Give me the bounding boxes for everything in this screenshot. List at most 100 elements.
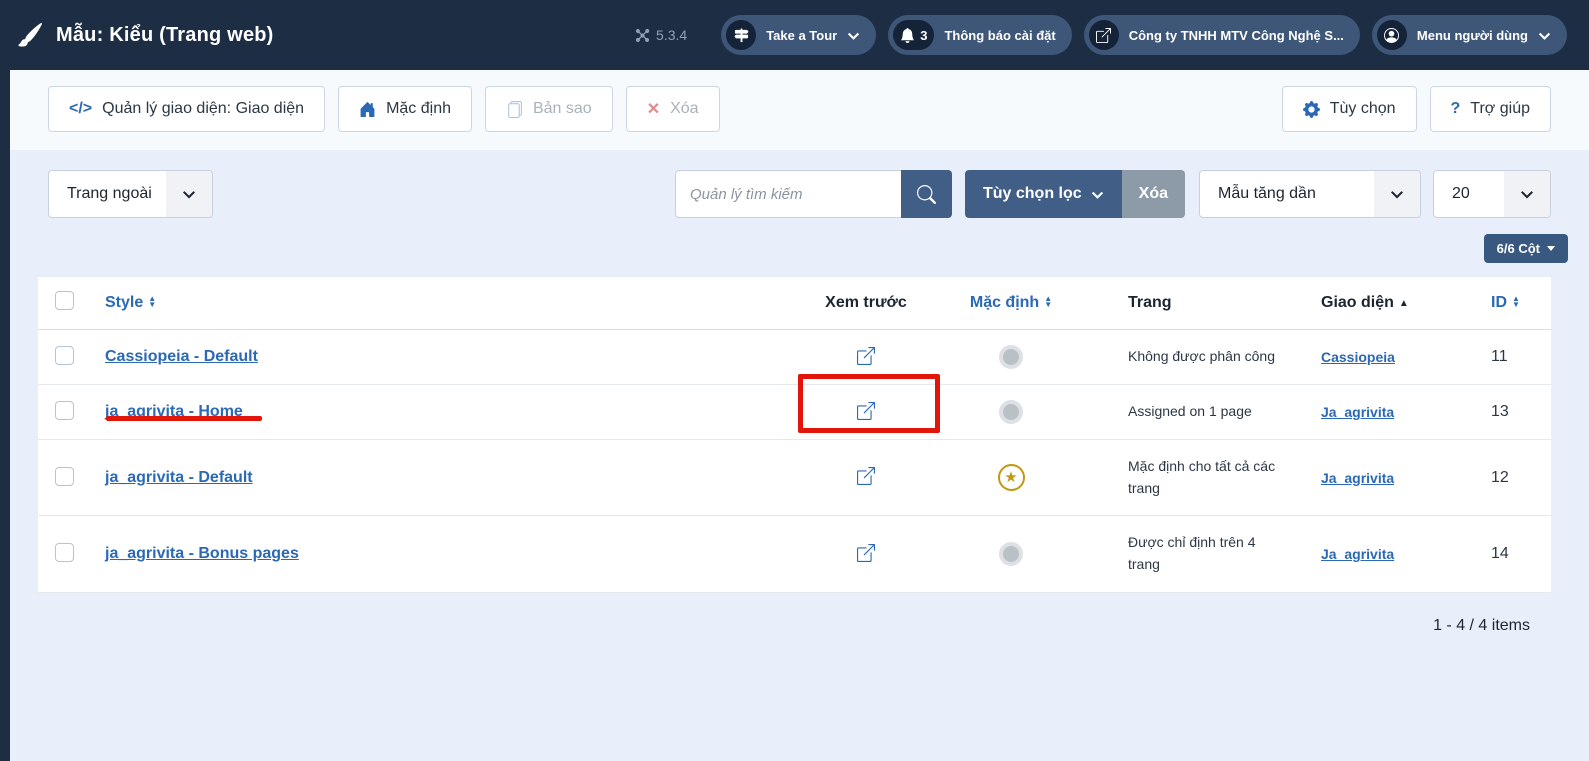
header-pages: Trang	[1128, 294, 1172, 312]
template-link[interactable]: Ja_agrivita	[1321, 404, 1394, 420]
site-filter-value: Trang ngoài	[49, 185, 166, 203]
duplicate-button[interactable]: Bản sao	[485, 86, 613, 132]
joomla-logo-icon	[635, 28, 650, 43]
sort-by-template[interactable]: Giao diện▲	[1321, 294, 1409, 312]
notification-count-badge: 3	[920, 28, 927, 43]
options-button[interactable]: Tùy chọn	[1282, 86, 1417, 132]
page-title: Mẫu: Kiểu (Trang web)	[56, 24, 274, 47]
sidebar-edge[interactable]	[0, 70, 10, 761]
preview-external-link-icon[interactable]	[857, 347, 875, 365]
search-input[interactable]	[675, 170, 901, 218]
options-label: Tùy chọn	[1330, 100, 1396, 118]
duplicate-label: Bản sao	[533, 100, 592, 118]
site-preview-button[interactable]: Công ty TNHH MTV Công Nghệ S...	[1084, 15, 1360, 55]
row-checkbox[interactable]	[55, 346, 74, 365]
toolbar: </> Quản lý giao diện: Giao diện Mặc địn…	[10, 70, 1589, 150]
x-icon: ✕	[647, 99, 660, 119]
row-checkbox[interactable]	[55, 401, 74, 420]
make-default-label: Mặc định	[386, 100, 451, 118]
external-link-icon	[1089, 20, 1119, 50]
filter-options-label: Tùy chọn lọc	[983, 185, 1082, 203]
bell-icon: 3	[893, 20, 934, 50]
clear-filters-label: Xóa	[1139, 185, 1168, 202]
sort-by-style[interactable]: Style▲▼	[105, 294, 156, 312]
version-label: 5.3.4	[656, 27, 687, 43]
search-icon	[917, 185, 936, 204]
table-row: ja_agrivita - Home Assigned on 1 page Ja…	[38, 385, 1551, 440]
site-name-label: Công ty TNHH MTV Công Nghệ S...	[1129, 28, 1344, 43]
question-icon: ?	[1451, 100, 1461, 118]
default-toggle[interactable]	[999, 345, 1023, 369]
take-a-tour-button[interactable]: Take a Tour	[721, 15, 876, 55]
sort-order-select[interactable]: Mẫu tăng dần	[1199, 170, 1421, 218]
user-menu-label: Menu người dùng	[1417, 28, 1528, 43]
joomla-version: 5.3.4	[635, 27, 687, 43]
table-row: ja_agrivita - Default Mặc định cho tất c…	[38, 440, 1551, 516]
style-id: 11	[1491, 348, 1508, 365]
home-icon	[359, 101, 376, 118]
help-label: Trợ giúp	[1470, 100, 1530, 118]
delete-button[interactable]: ✕ Xóa	[626, 86, 720, 132]
header-preview: Xem trước	[825, 294, 907, 312]
filter-options-button[interactable]: Tùy chọn lọc	[965, 170, 1122, 218]
list-limit-select[interactable]: 20	[1433, 170, 1551, 218]
table-row: ja_agrivita - Bonus pages Được chỉ định …	[38, 516, 1551, 592]
list-limit-value: 20	[1434, 185, 1484, 203]
delete-label: Xóa	[670, 100, 698, 118]
code-icon: </>	[69, 100, 92, 118]
pages-assignment: Không được phân công	[1128, 346, 1281, 368]
site-filter-select[interactable]: Trang ngoài	[48, 170, 213, 218]
make-default-button[interactable]: Mặc định	[338, 86, 472, 132]
signpost-icon	[726, 20, 756, 50]
styles-table: Style▲▼ Xem trước Mặc định▲▼ Trang Giao …	[38, 277, 1551, 593]
search-button[interactable]	[901, 170, 952, 218]
table-header-row: Style▲▼ Xem trước Mặc định▲▼ Trang Giao …	[38, 277, 1551, 330]
annotation-red-underline	[106, 416, 262, 421]
default-toggle[interactable]	[999, 400, 1023, 424]
style-id: 13	[1491, 403, 1509, 420]
template-link[interactable]: Cassiopeia	[1321, 349, 1395, 365]
row-checkbox[interactable]	[55, 543, 74, 562]
manage-templates-button[interactable]: </> Quản lý giao diện: Giao diện	[48, 86, 325, 132]
filter-bar: Trang ngoài Tùy chọn lọc Xóa Mẫu tăng dầ…	[48, 170, 1551, 218]
sort-order-value: Mẫu tăng dần	[1200, 185, 1330, 203]
annotation-red-box	[798, 374, 940, 433]
select-all-checkbox[interactable]	[55, 291, 74, 310]
brush-icon	[18, 23, 42, 47]
default-star-toggle[interactable]	[998, 464, 1025, 491]
sort-by-id[interactable]: ID▲▼	[1491, 294, 1520, 312]
columns-toggle-label: 6/6 Cột	[1497, 241, 1540, 256]
page-title-group: Mẫu: Kiểu (Trang web)	[18, 23, 274, 47]
user-icon	[1377, 20, 1407, 50]
install-messages-label: Thông báo cài đặt	[944, 28, 1055, 43]
gear-icon	[1303, 101, 1320, 118]
table-row: Cassiopeia - Default Không được phân côn…	[38, 330, 1551, 385]
user-menu-button[interactable]: Menu người dùng	[1372, 15, 1567, 55]
manage-templates-label: Quản lý giao diện: Giao diện	[102, 100, 304, 118]
copy-icon	[506, 101, 523, 118]
template-link[interactable]: Ja_agrivita	[1321, 470, 1394, 486]
clear-filters-button[interactable]: Xóa	[1122, 170, 1185, 218]
pages-assignment: Mặc định cho tất cả các trang	[1128, 456, 1281, 499]
chevron-down-icon	[847, 29, 860, 42]
take-a-tour-label: Take a Tour	[766, 28, 837, 43]
caret-down-icon	[1547, 246, 1555, 251]
style-link[interactable]: ja_agrivita - Bonus pages	[105, 545, 299, 562]
row-checkbox[interactable]	[55, 467, 74, 486]
style-id: 14	[1491, 545, 1509, 562]
preview-external-link-icon[interactable]	[857, 467, 875, 485]
help-button[interactable]: ? Trợ giúp	[1430, 86, 1551, 132]
pagination-counter: 1 - 4 / 4 items	[0, 617, 1530, 635]
pages-assignment: Assigned on 1 page	[1128, 401, 1281, 423]
style-id: 12	[1491, 469, 1509, 486]
chevron-down-icon	[1504, 171, 1550, 217]
sort-by-default[interactable]: Mặc định▲▼	[970, 294, 1052, 312]
preview-external-link-icon[interactable]	[857, 544, 875, 562]
columns-toggle-button[interactable]: 6/6 Cột	[1484, 234, 1568, 263]
default-toggle[interactable]	[999, 542, 1023, 566]
style-link[interactable]: ja_agrivita - Default	[105, 469, 253, 486]
template-link[interactable]: Ja_agrivita	[1321, 546, 1394, 562]
style-link[interactable]: Cassiopeia - Default	[105, 348, 258, 365]
chevron-down-icon	[1374, 171, 1420, 217]
post-installation-messages-button[interactable]: 3 Thông báo cài đặt	[888, 15, 1071, 55]
